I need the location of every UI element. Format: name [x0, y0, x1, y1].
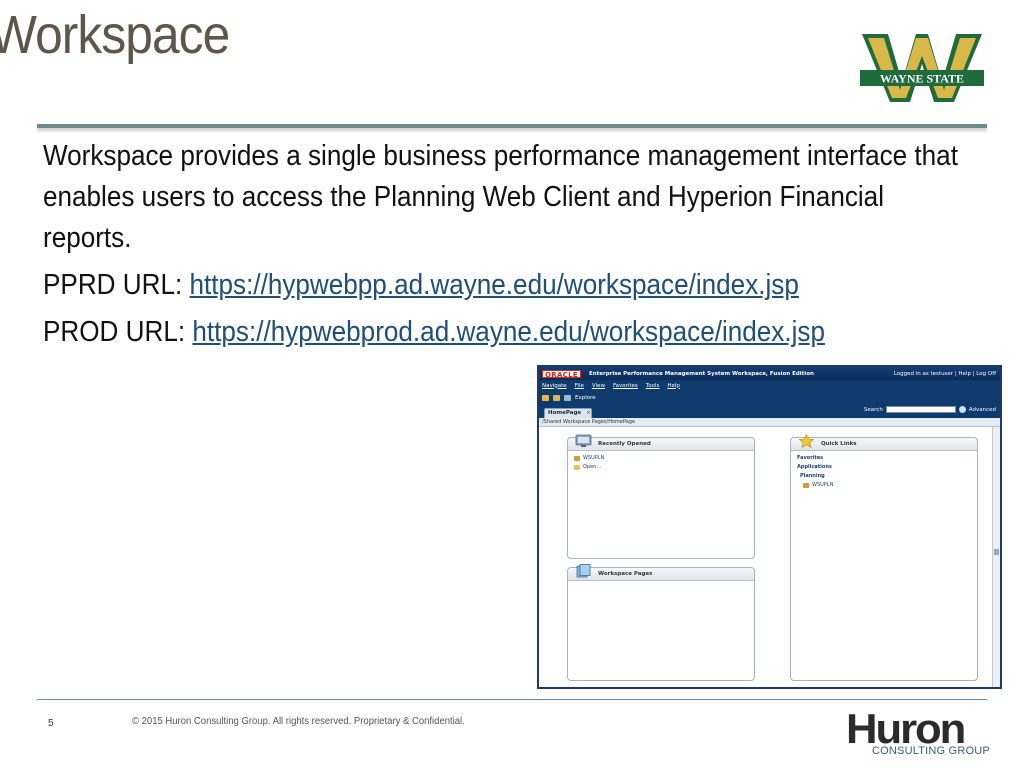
menu-help: Help: [667, 382, 680, 389]
slide-body: Workspace provides a single business per…: [43, 136, 988, 353]
recently-opened-title: Recently Opened: [598, 441, 651, 447]
oracle-logo: ORACLE: [542, 369, 581, 379]
app-title-bar: ORACLE Enterprise Performance Management…: [539, 367, 1000, 380]
explore-icon: [564, 394, 571, 401]
quick-links-title: Quick Links: [821, 441, 857, 447]
recently-opened-list: WSUPLN Open...: [568, 451, 754, 475]
quick-links-list: Favorites Applications Planning WSUPLN: [791, 451, 977, 493]
open-folder-icon: [574, 465, 580, 470]
pprd-url-link[interactable]: https://hypwebpp.ad.wayne.edu/workspace/…: [189, 269, 798, 301]
quick-links-panel: Quick Links Favorites Applications Plann…: [790, 434, 978, 681]
star-icon: [798, 434, 815, 448]
search-box: [885, 406, 956, 413]
huron-tagline: CONSULTING GROUP: [872, 745, 990, 757]
app-content-area: Recently Opened WSUPLN Open... Workspace…: [539, 427, 994, 687]
huron-logo: Huron CONSULTING GROUP: [846, 708, 992, 758]
list-item: WSUPLN: [574, 454, 748, 463]
footer-divider: [37, 699, 987, 700]
app-scrollbar: [992, 427, 1000, 687]
advanced-label: Advanced: [968, 406, 996, 413]
tab-close-icon: ×: [586, 410, 591, 416]
pprd-line: PPRD URL: https://hypwebpp.ad.wayne.edu/…: [43, 265, 988, 306]
planning-app-icon: [803, 483, 809, 488]
planning-app-icon: [574, 456, 580, 461]
logo-text: WAYNE STATE: [880, 72, 964, 86]
slide-title: Workspace: [0, 5, 230, 65]
menu-favorites: Favorites: [612, 382, 638, 389]
description-text: Workspace provides a single business per…: [43, 140, 958, 254]
list-item: WSUPLN: [797, 481, 971, 490]
app-title: Enterprise Performance Management System…: [588, 370, 814, 377]
favorites-label: Favorites: [797, 455, 824, 461]
menu-navigate: Navigate: [542, 382, 567, 389]
menu-tools: Tools: [645, 382, 660, 389]
workspace-pages-panel: Workspace Pages: [567, 564, 755, 681]
folder-icon: [553, 394, 560, 401]
huron-wordmark: Huron: [846, 705, 966, 752]
pprd-label: PPRD URL:: [43, 269, 190, 301]
search-label: Search: [863, 406, 883, 413]
advanced-search-icon: [958, 406, 966, 413]
scroll-thumb: [994, 549, 999, 555]
prod-line: PROD URL: https://hypwebprod.ad.wayne.ed…: [43, 312, 988, 353]
wayne-state-logo: WAYNE STATE: [860, 34, 984, 102]
recent-item-label: WSUPLN: [583, 455, 605, 461]
tab-homepage: HomePage ×: [544, 408, 592, 418]
applications-label: Applications: [797, 464, 832, 470]
prod-url-link[interactable]: https://hypwebprod.ad.wayne.edu/workspac…: [192, 316, 825, 348]
app-tab-bar: HomePage × Search Advanced: [539, 404, 1000, 418]
list-item: Open...: [574, 463, 748, 472]
app-toolbar: Explore: [539, 391, 1000, 404]
login-status: Logged in as testuser | Help | Log Off: [893, 370, 996, 377]
quick-link-item-label: WSUPLN: [812, 482, 834, 488]
workspace-pages-header: Workspace Pages: [568, 564, 754, 581]
explore-label: Explore: [575, 394, 596, 401]
app-breadcrumb: /Shared Workspace Pages/HomePage: [539, 418, 1000, 427]
title-divider: [37, 124, 987, 128]
recently-opened-panel: Recently Opened WSUPLN Open...: [567, 434, 755, 559]
tab-homepage-label: HomePage: [548, 410, 582, 416]
pages-icon: [576, 564, 591, 578]
workspace-screenshot: ORACLE Enterprise Performance Management…: [537, 365, 1002, 689]
monitor-icon: [575, 434, 592, 447]
page-number: 5: [48, 718, 54, 729]
menu-file: File: [574, 382, 584, 389]
recent-item-label: Open...: [583, 464, 602, 470]
planning-label: Planning: [800, 473, 825, 479]
menu-view: View: [591, 382, 605, 389]
app-search: Search Advanced: [864, 406, 996, 413]
workspace-pages-title: Workspace Pages: [598, 571, 653, 577]
prod-label: PROD URL:: [43, 316, 193, 348]
home-icon: [542, 394, 549, 401]
copyright-text: © 2015 Huron Consulting Group. All right…: [132, 716, 465, 727]
recently-opened-header: Recently Opened: [568, 434, 754, 451]
quick-links-header: Quick Links: [791, 434, 977, 451]
app-menu-bar: Navigate File View Favorites Tools Help: [539, 380, 1000, 391]
